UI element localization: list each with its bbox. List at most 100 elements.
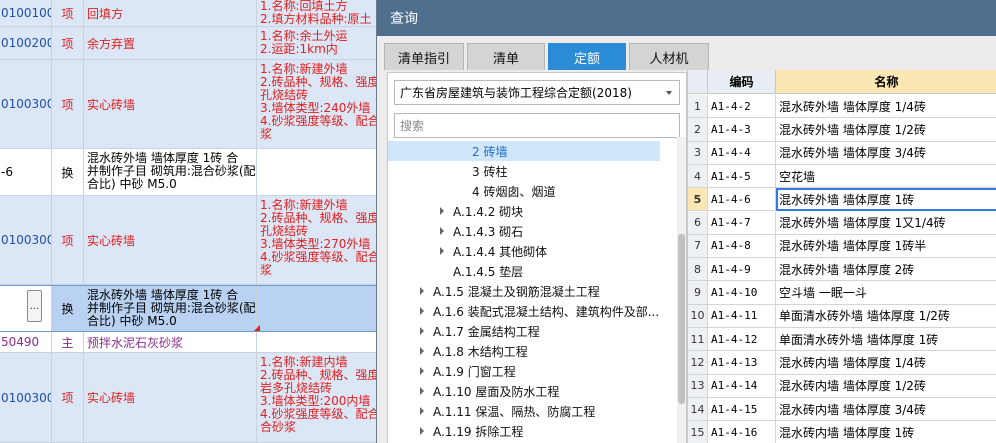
table-row[interactable]: 7 A1-4-8 混水砖外墙 墙体厚度 1砖半 xyxy=(688,234,996,259)
chevron-right-icon[interactable] xyxy=(420,307,424,315)
row-number-header xyxy=(688,70,708,94)
quota-code[interactable]: A1-4-6 xyxy=(708,188,776,212)
chevron-right-icon[interactable] xyxy=(440,227,444,235)
quota-code[interactable]: A1-4-7 xyxy=(708,211,776,235)
tree-item-a15[interactable]: A.1.5 混凝土及钢筋混凝土工程 xyxy=(420,281,600,301)
tree-item-a143[interactable]: A.1.4.3 砌石 xyxy=(440,221,523,241)
table-row[interactable]: 4 A1-4-5 空花墙 xyxy=(688,164,996,189)
table-row[interactable]: 15 A1-4-16 混水砖内墙 墙体厚度 1砖 xyxy=(688,421,996,443)
column-header-name[interactable]: 名称 xyxy=(776,70,996,94)
quota-code[interactable]: A1-4-14 xyxy=(708,374,776,398)
table-row[interactable]: 01003009 项 实心砖墙 1.名称:新建外墙 2.砖品种、规格、强度 孔烧… xyxy=(0,196,380,285)
row-number: 1 xyxy=(688,95,708,119)
chevron-right-icon[interactable] xyxy=(420,367,424,375)
row-number: 2 xyxy=(688,118,708,142)
quota-name[interactable]: 混水砖外墙 墙体厚度 1砖 xyxy=(776,188,996,212)
quota-name[interactable]: 混水砖外墙 墙体厚度 3/4砖 xyxy=(776,142,996,165)
column-header-code[interactable]: 编码 xyxy=(708,70,776,94)
quota-code[interactable]: A1-4-3 xyxy=(708,118,776,142)
quota-name[interactable]: 空花墙 xyxy=(776,165,996,189)
chevron-right-icon[interactable] xyxy=(420,327,424,335)
table-row[interactable]: 12 A1-4-13 混水砖内墙 墙体厚度 1/4砖 xyxy=(688,351,996,375)
row-number: 14 xyxy=(688,397,708,422)
quota-code[interactable]: A1-4-12 xyxy=(708,328,776,352)
quota-name[interactable]: 混水砖外墙 墙体厚度 1砖半 xyxy=(776,235,996,259)
tree-item-brick-chimney[interactable]: 4 砖烟囱、烟道 xyxy=(472,181,555,201)
quota-name[interactable]: 混水砖内墙 墙体厚度 1砖 xyxy=(776,421,996,443)
table-row[interactable]: 14 A1-4-15 混水砖内墙 墙体厚度 3/4砖 xyxy=(688,397,996,422)
search-input[interactable] xyxy=(394,113,680,138)
quota-code[interactable]: A1-4-2 xyxy=(708,95,776,119)
table-row[interactable]: 2 A1-4-3 混水砖外墙 墙体厚度 1/2砖 xyxy=(688,118,996,142)
item-features: 1.名称:新建外墙 2.砖品种、规格、强度 孔烧结砖 3.墙体类型:240外墙 … xyxy=(260,62,380,141)
chevron-right-icon[interactable] xyxy=(420,407,424,415)
chevron-right-icon[interactable] xyxy=(440,207,444,215)
tree-item-a145[interactable]: A.1.4.5 垫层 xyxy=(453,261,523,281)
table-row[interactable]: 11 A1-4-12 单面清水砖外墙 墙体厚度 1砖 xyxy=(688,328,996,352)
tab-quota[interactable]: 定额 xyxy=(548,43,626,70)
quota-code[interactable]: A1-4-9 xyxy=(708,258,776,282)
quota-code[interactable]: A1-4-8 xyxy=(708,234,776,259)
quota-name[interactable]: 混水砖外墙 墙体厚度 1/2砖 xyxy=(776,118,996,142)
tab-labor-material-machine[interactable]: 人材机 xyxy=(629,43,709,70)
table-row[interactable]: 01003008 项 实心砖墙 1.名称:新建内墙 2.砖品种、规格、强度 岩多… xyxy=(0,353,380,443)
tree-item-a144[interactable]: A.1.4.4 其他砌体 xyxy=(440,241,547,261)
table-row[interactable]: 1 A1-4-2 混水砖外墙 墙体厚度 1/4砖 xyxy=(688,95,996,119)
quota-code[interactable]: A1-4-10 xyxy=(708,281,776,305)
table-row[interactable]: 01003007 项 实心砖墙 1.名称:新建外墙 2.砖品种、规格、强度 孔烧… xyxy=(0,60,380,149)
chevron-right-icon[interactable] xyxy=(420,387,424,395)
quota-library-select[interactable]: 广东省房屋建筑与装饰工程综合定额(2018) xyxy=(394,80,680,105)
chevron-right-icon[interactable] xyxy=(420,427,424,435)
tree-item-a111[interactable]: A.1.11 保温、隔热、防腐工程 xyxy=(420,401,595,421)
table-row[interactable]: 01002002 项 余方弃置 1.名称:余土外运 2.运距:1km内 xyxy=(0,27,380,60)
quota-code[interactable]: A1-4-16 xyxy=(708,421,776,443)
row-number: 11 xyxy=(688,328,708,352)
table-row[interactable]: 3 A1-4-4 混水砖外墙 墙体厚度 3/4砖 xyxy=(688,141,996,165)
tree-item-label: 4 砖烟囱、烟道 xyxy=(472,184,556,199)
tree-item-a110[interactable]: A.1.10 屋面及防水工程 xyxy=(420,381,559,401)
table-row[interactable]: -6 换 混水砖外墙 墙体厚度 1砖 合 并制作子目 砌筑用:混合砂浆(配 合比… xyxy=(0,149,380,196)
quota-code[interactable]: A1-4-13 xyxy=(708,351,776,375)
table-row[interactable]: 5 A1-4-6 混水砖外墙 墙体厚度 1砖 xyxy=(688,188,996,212)
quota-name[interactable]: 混水砖外墙 墙体厚度 1/4砖 xyxy=(776,95,996,119)
tree-item-a18[interactable]: A.1.8 木结构工程 xyxy=(420,341,528,361)
chevron-right-icon[interactable] xyxy=(420,347,424,355)
tree-scrollbar[interactable] xyxy=(677,137,686,443)
quota-name[interactable]: 混水砖内墙 墙体厚度 3/4砖 xyxy=(776,398,996,422)
table-row[interactable]: 8 A1-4-9 混水砖外墙 墙体厚度 2砖 xyxy=(688,258,996,282)
tree-item-brick-column[interactable]: 3 砖柱 xyxy=(472,161,507,181)
tree-item-a142[interactable]: A.1.4.2 砌块 xyxy=(440,201,523,221)
tab-bill[interactable]: 清单 xyxy=(467,43,545,70)
tree-item-a16[interactable]: A.1.6 装配式混凝土结构、建筑构件及部... xyxy=(420,301,659,321)
quota-name[interactable]: 混水砖外墙 墙体厚度 1又1/4砖 xyxy=(776,212,996,235)
tree-item-a119[interactable]: A.1.19 拆除工程 xyxy=(420,421,523,441)
quota-code[interactable]: A1-4-5 xyxy=(708,164,776,189)
quota-code[interactable]: A1-4-4 xyxy=(708,141,776,165)
quota-code[interactable]: A1-4-11 xyxy=(708,304,776,328)
ellipsis-button[interactable]: ... xyxy=(27,290,42,322)
table-row[interactable]: 6 A1-4-7 混水砖外墙 墙体厚度 1又1/4砖 xyxy=(688,211,996,235)
item-code: 01001002 xyxy=(0,0,52,26)
dialog-title[interactable]: 查询 xyxy=(377,0,996,36)
quota-name[interactable]: 空斗墙 一眠一斗 xyxy=(776,281,996,305)
quota-name[interactable]: 单面清水砖外墙 墙体厚度 1砖 xyxy=(776,328,996,352)
table-row[interactable]: 01001002 项 回填方 1.名称:回填土方 2.填方材料品种:原土 xyxy=(0,0,380,27)
table-row[interactable]: 13 A1-4-14 混水砖内墙 墙体厚度 1/2砖 xyxy=(688,374,996,398)
item-name: 实心砖墙 xyxy=(84,353,257,442)
tree-item-a19[interactable]: A.1.9 门窗工程 xyxy=(420,361,516,381)
table-row[interactable]: 10 A1-4-11 单面清水砖外墙 墙体厚度 1/2砖 xyxy=(688,304,996,328)
quota-code[interactable]: A1-4-15 xyxy=(708,397,776,422)
tab-bill-guide[interactable]: 清单指引 xyxy=(384,43,464,70)
chevron-right-icon[interactable] xyxy=(440,247,444,255)
quota-name[interactable]: 混水砖内墙 墙体厚度 1/4砖 xyxy=(776,351,996,375)
quota-name[interactable]: 混水砖外墙 墙体厚度 2砖 xyxy=(776,258,996,282)
tree-item-brick-wall[interactable]: 2 砖墙 xyxy=(388,141,660,161)
tree-item-a17[interactable]: A.1.7 金属结构工程 xyxy=(420,321,540,341)
chevron-right-icon[interactable] xyxy=(420,287,424,295)
quota-name[interactable]: 混水砖内墙 墙体厚度 1/2砖 xyxy=(776,375,996,398)
table-row[interactable]: 9 A1-4-10 空斗墙 一眠一斗 xyxy=(688,281,996,305)
table-row-selected[interactable]: ... 换 混水砖外墙 墙体厚度 1砖 合 并制作子目 砌筑用:混合砂浆(配 合… xyxy=(0,285,380,332)
table-row[interactable]: 50490 主 预拌水泥石灰砂浆 xyxy=(0,332,380,353)
scrollbar-thumb[interactable] xyxy=(678,234,685,404)
quota-name[interactable]: 单面清水砖外墙 墙体厚度 1/2砖 xyxy=(776,305,996,328)
